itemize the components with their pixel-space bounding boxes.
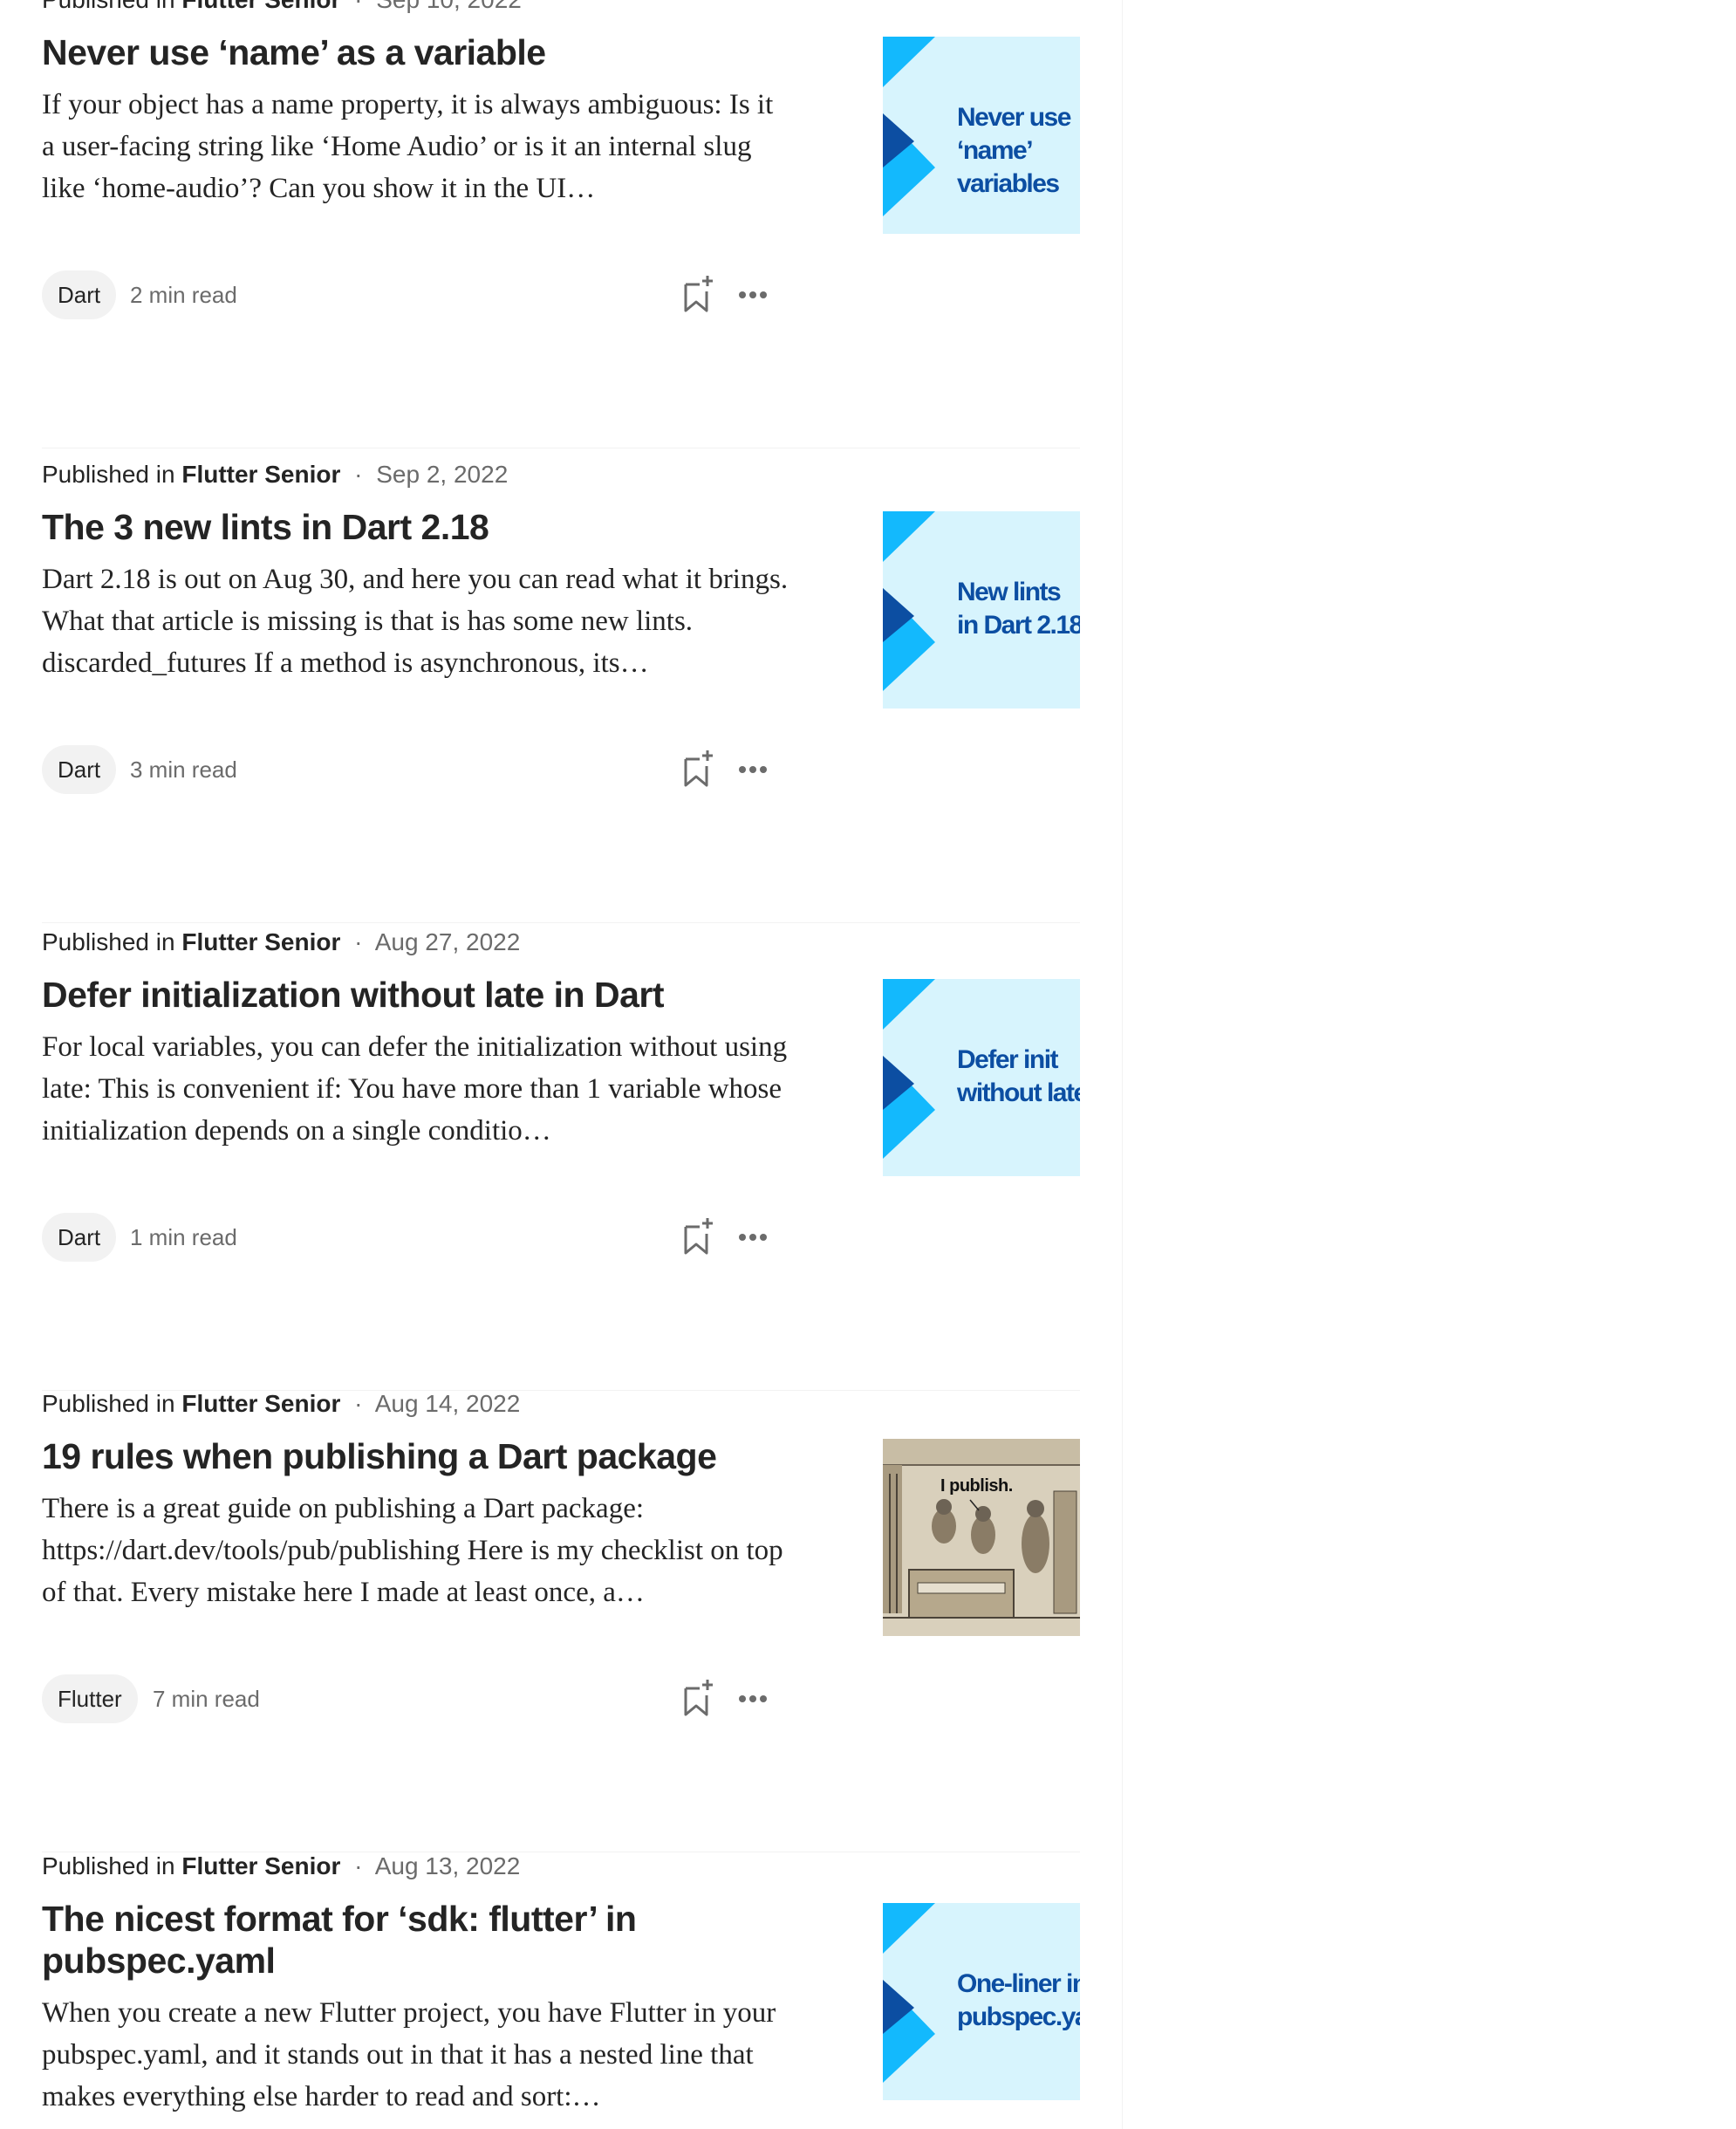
article-thumbnail[interactable]: Defer init without late (883, 979, 1080, 1176)
article-meta: Published in Flutter Senior · Aug 13, 20… (42, 1852, 520, 1880)
publication-link[interactable]: Flutter Senior (181, 1852, 340, 1879)
article-thumbnail[interactable]: New lints in Dart 2.18 (883, 511, 1080, 709)
article-footer: Dart 3 min read (42, 745, 792, 794)
thumbnail-caption: Defer init without late (957, 1045, 1080, 1107)
topic-tag[interactable]: Dart (42, 270, 117, 319)
article-list: Published in Flutter Senior · Sep 10, 20… (0, 0, 1123, 2129)
publish-date: Aug 14, 2022 (374, 1390, 521, 1417)
article-excerpt[interactable]: Dart 2.18 is out on Aug 30, and here you… (42, 558, 792, 684)
article-excerpt[interactable]: If your object has a name property, it i… (42, 84, 792, 209)
published-in-label: Published in (42, 0, 175, 13)
thumbnail-caption: One-liner in pubspec.yaml (957, 1969, 1080, 2031)
read-time: 3 min read (130, 756, 237, 783)
article-meta: Published in Flutter Senior · Sep 2, 202… (42, 461, 508, 489)
article-excerpt[interactable]: For local variables, you can defer the i… (42, 1026, 792, 1152)
topic-tag[interactable]: Flutter (42, 1674, 138, 1723)
article-excerpt[interactable]: When you create a new Flutter project, y… (42, 1992, 792, 2118)
article-card[interactable]: Published in Flutter Senior · Aug 27, 20… (42, 928, 1080, 1391)
read-time: 2 min read (130, 282, 237, 308)
meta-separator: · (354, 1852, 363, 1879)
article-title[interactable]: 19 rules when publishing a Dart package (42, 1435, 810, 1477)
article-thumbnail[interactable]: One-liner in pubspec.yaml (883, 1903, 1080, 2100)
publish-date: Sep 10, 2022 (376, 0, 522, 13)
article-meta: Published in Flutter Senior · Aug 14, 20… (42, 1390, 520, 1418)
publication-link[interactable]: Flutter Senior (181, 461, 340, 488)
more-horizontal-icon[interactable] (735, 1681, 774, 1716)
publication-link[interactable]: Flutter Senior (181, 1390, 340, 1417)
published-in-label: Published in (42, 928, 175, 955)
article-thumbnail[interactable]: Never use ‘name’ variables (883, 37, 1080, 234)
article-card[interactable]: Published in Flutter Senior · Aug 13, 20… (42, 1852, 1080, 2129)
publish-date: Aug 13, 2022 (374, 1852, 521, 1879)
meta-separator: · (354, 928, 363, 955)
topic-tag[interactable]: Dart (42, 745, 117, 794)
article-card[interactable]: Published in Flutter Senior · Aug 14, 20… (42, 1390, 1080, 1852)
article-thumbnail[interactable]: I publish. (883, 1439, 1080, 1636)
published-in-label: Published in (42, 461, 175, 488)
read-time: 1 min read (130, 1224, 237, 1250)
publish-date: Aug 27, 2022 (374, 928, 521, 955)
article-title[interactable]: The nicest format for ‘sdk: flutter’ in … (42, 1898, 705, 1982)
article-title[interactable]: Defer initialization without late in Dar… (42, 974, 810, 1016)
article-excerpt[interactable]: There is a great guide on publishing a D… (42, 1488, 792, 1613)
bookmark-add-icon[interactable] (679, 272, 717, 316)
publication-link[interactable]: Flutter Senior (181, 0, 340, 13)
read-time: 7 min read (153, 1686, 260, 1712)
right-sidebar (1123, 0, 1736, 2129)
more-horizontal-icon[interactable] (735, 277, 774, 312)
meta-separator: · (354, 1390, 363, 1417)
article-meta: Published in Flutter Senior · Aug 27, 20… (42, 928, 520, 956)
article-title[interactable]: The 3 new lints in Dart 2.18 (42, 506, 810, 548)
published-in-label: Published in (42, 1852, 175, 1879)
bookmark-add-icon[interactable] (679, 1676, 717, 1720)
article-card[interactable]: Published in Flutter Senior · Sep 10, 20… (42, 0, 1080, 448)
topic-tag[interactable]: Dart (42, 1213, 117, 1262)
thumbnail-caption: Never use ‘name’ variables (957, 103, 1071, 198)
meta-separator: · (354, 461, 363, 488)
article-footer: Dart 2 min read (42, 270, 792, 319)
more-horizontal-icon[interactable] (735, 1220, 774, 1255)
more-horizontal-icon[interactable] (735, 752, 774, 787)
article-card[interactable]: Published in Flutter Senior · Sep 2, 202… (42, 461, 1080, 923)
published-in-label: Published in (42, 1390, 175, 1417)
article-meta: Published in Flutter Senior · Sep 10, 20… (42, 0, 522, 14)
thumbnail-caption: I publish. (940, 1476, 1013, 1496)
publish-date: Sep 2, 2022 (376, 461, 509, 488)
engraving-illustration (883, 1439, 1080, 1636)
article-footer: Flutter 7 min read (42, 1674, 792, 1723)
article-title[interactable]: Never use ‘name’ as a variable (42, 31, 810, 73)
thumbnail-caption: New lints in Dart 2.18 (957, 578, 1080, 640)
article-divider (42, 922, 1080, 923)
article-footer: Dart 1 min read (42, 1213, 792, 1262)
meta-separator: · (347, 0, 369, 13)
bookmark-add-icon[interactable] (679, 1215, 717, 1258)
bookmark-add-icon[interactable] (679, 747, 717, 791)
publication-link[interactable]: Flutter Senior (181, 928, 340, 955)
